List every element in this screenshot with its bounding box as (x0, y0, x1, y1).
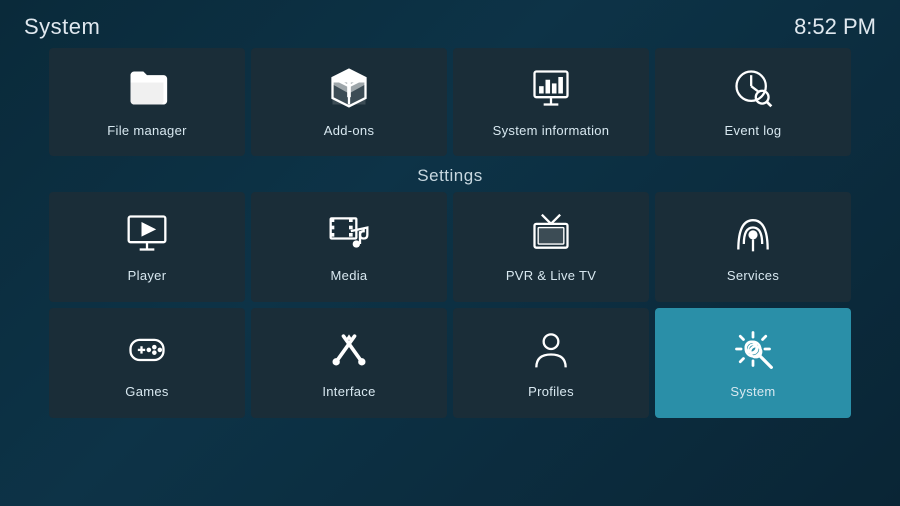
clock: 8:52 PM (794, 14, 876, 40)
settings-label: Settings (0, 160, 900, 192)
tile-add-ons[interactable]: Add-ons (251, 48, 447, 156)
tile-add-ons-label: Add-ons (324, 123, 375, 138)
chart-icon (529, 66, 573, 115)
tile-interface-label: Interface (322, 384, 375, 399)
top-row: File manager Add-ons (0, 48, 900, 156)
tile-media[interactable]: Media (251, 192, 447, 302)
tile-system[interactable]: System (655, 308, 851, 418)
tile-media-label: Media (331, 268, 368, 283)
tile-pvr-live-tv[interactable]: PVR & Live TV (453, 192, 649, 302)
tile-system-information-label: System information (493, 123, 610, 138)
podcast-icon (731, 211, 775, 260)
monitor-play-icon (125, 211, 169, 260)
tile-games-label: Games (125, 384, 168, 399)
tile-file-manager[interactable]: File manager (49, 48, 245, 156)
folder-icon (125, 66, 169, 115)
tv-antenna-icon (529, 211, 573, 260)
tile-event-log[interactable]: Event log (655, 48, 851, 156)
gear-wrench-icon (731, 327, 775, 376)
tile-profiles[interactable]: Profiles (453, 308, 649, 418)
tile-file-manager-label: File manager (107, 123, 186, 138)
box-icon (327, 66, 371, 115)
tile-system-label: System (730, 384, 775, 399)
person-icon (529, 327, 573, 376)
tile-profiles-label: Profiles (528, 384, 574, 399)
tile-event-log-label: Event log (725, 123, 782, 138)
tile-system-information[interactable]: System information (453, 48, 649, 156)
tile-services[interactable]: Services (655, 192, 851, 302)
tile-interface[interactable]: Interface (251, 308, 447, 418)
tile-pvr-live-tv-label: PVR & Live TV (506, 268, 596, 283)
settings-row-2: Games Interface Profiles (0, 308, 900, 418)
app-title: System (24, 14, 100, 40)
tile-player[interactable]: Player (49, 192, 245, 302)
tile-services-label: Services (727, 268, 779, 283)
clock-search-icon (731, 66, 775, 115)
tile-player-label: Player (128, 268, 167, 283)
gamepad-icon (125, 327, 169, 376)
tile-games[interactable]: Games (49, 308, 245, 418)
settings-row-1: Player Media (0, 192, 900, 302)
media-icon (327, 211, 371, 260)
tools-icon (327, 327, 371, 376)
